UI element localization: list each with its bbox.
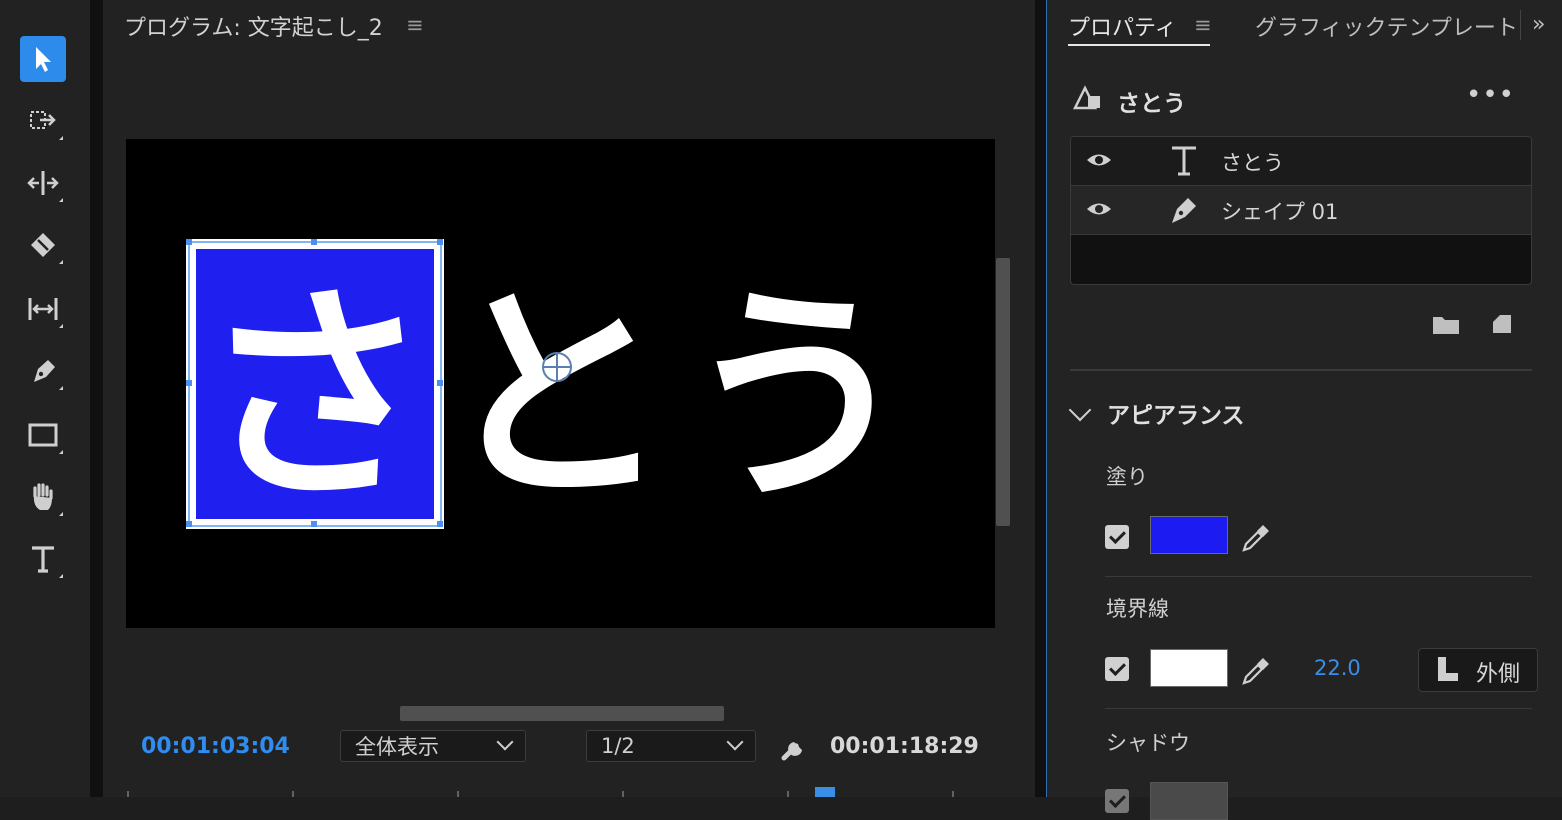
handle-tl[interactable] xyxy=(186,239,192,245)
chevron-down-icon xyxy=(496,733,514,751)
tools-panel xyxy=(0,0,90,797)
resolution-dropdown-label: 1/2 xyxy=(601,734,635,758)
more-options-icon[interactable]: ••• xyxy=(1466,80,1515,110)
handle-bl[interactable] xyxy=(186,521,192,527)
video-canvas: さ と う xyxy=(186,239,913,532)
stroke-position-label: 外側 xyxy=(1476,662,1521,687)
panel-divider xyxy=(1035,0,1046,797)
shadow-color-swatch[interactable] xyxy=(1150,782,1228,820)
hand-icon xyxy=(33,483,53,510)
monitor-vertical-scrollbar[interactable] xyxy=(996,258,1010,526)
fill-checkbox[interactable] xyxy=(1105,525,1129,549)
more-tabs-icon[interactable]: » xyxy=(1532,12,1545,37)
video-char-1: さ xyxy=(200,265,430,532)
stroke-color-swatch[interactable] xyxy=(1150,649,1228,687)
stroke-checkbox[interactable] xyxy=(1105,657,1129,681)
selection-arrow-icon xyxy=(36,47,51,72)
layer-label: シェイプ 01 xyxy=(1221,200,1339,224)
video-char-3: う xyxy=(683,265,913,532)
monitor-title[interactable]: プログラム: 文字起こし_2 xyxy=(124,10,383,42)
stroke-width-value[interactable]: 22.0 xyxy=(1314,656,1361,680)
ripple-edit-icon xyxy=(27,171,59,195)
eyedropper-icon[interactable] xyxy=(1240,655,1272,687)
fill-color-swatch[interactable] xyxy=(1150,516,1228,554)
track-select-icon xyxy=(30,111,56,129)
tab-divider xyxy=(1520,10,1521,40)
handle-mr[interactable] xyxy=(437,380,443,386)
layer-label: さとう xyxy=(1221,151,1284,175)
slip-icon xyxy=(28,298,58,320)
handle-tr[interactable] xyxy=(437,239,443,245)
rectangle-tool[interactable] xyxy=(20,412,66,458)
selected-layer-name: さとう xyxy=(1117,91,1186,117)
slip-tool[interactable] xyxy=(20,286,66,332)
handle-ml[interactable] xyxy=(186,380,192,386)
pen-icon xyxy=(34,360,55,382)
layers-list: さとう シェイプ 01 xyxy=(1070,136,1532,285)
type-icon xyxy=(32,546,54,573)
handle-tm[interactable] xyxy=(311,239,317,245)
playhead[interactable] xyxy=(815,787,835,797)
handle-br[interactable] xyxy=(437,521,443,527)
monitor-menu-icon[interactable]: ≡ xyxy=(406,13,424,37)
tab-graphics-templates[interactable]: グラフィックテンプレート xyxy=(1255,10,1515,42)
hand-tool[interactable] xyxy=(20,474,66,520)
stroke-label: 境界線 xyxy=(1106,597,1169,621)
stroke-outside-icon xyxy=(1438,657,1458,681)
section-divider xyxy=(1070,369,1532,371)
new-layer-icon[interactable] xyxy=(1490,312,1514,336)
type-tool[interactable] xyxy=(20,536,66,582)
chevron-down-icon xyxy=(726,733,744,751)
rectangle-icon xyxy=(28,423,58,447)
zoom-dropdown[interactable]: 全体表示 xyxy=(340,730,526,762)
handle-bm[interactable] xyxy=(311,521,317,527)
layer-row-text[interactable]: さとう xyxy=(1071,137,1531,186)
track-select-tool[interactable] xyxy=(20,98,66,144)
monitor-horizontal-scrollbar[interactable] xyxy=(400,706,724,721)
appearance-section-title[interactable]: アピアランス xyxy=(1107,396,1245,430)
eye-icon[interactable] xyxy=(1085,198,1113,220)
anchor-point-icon[interactable] xyxy=(542,352,572,382)
razor-icon xyxy=(31,233,55,257)
section-divider xyxy=(1105,576,1532,577)
folder-icon[interactable] xyxy=(1432,313,1460,335)
duration-timecode: 00:01:18:29 xyxy=(830,734,979,759)
layer-row-shape[interactable]: シェイプ 01 xyxy=(1071,186,1531,235)
eyedropper-icon[interactable] xyxy=(1240,522,1272,554)
video-frame[interactable]: さ と う xyxy=(126,139,995,628)
wrench-icon[interactable] xyxy=(778,732,810,764)
text-layer-icon xyxy=(1172,146,1196,176)
selection-tool[interactable] xyxy=(20,36,66,82)
pen-tool[interactable] xyxy=(20,348,66,394)
tab-menu-icon[interactable]: ≡ xyxy=(1194,13,1212,37)
timeline-ruler[interactable] xyxy=(103,785,1035,797)
panel-divider xyxy=(90,0,103,797)
zoom-dropdown-label: 全体表示 xyxy=(355,735,439,759)
video-char-2: と xyxy=(441,265,671,532)
active-tab-indicator xyxy=(1068,44,1210,46)
section-divider xyxy=(1105,708,1532,709)
ripple-edit-tool[interactable] xyxy=(20,160,66,206)
fill-label: 塗り xyxy=(1106,465,1148,489)
shape-layer-icon xyxy=(1072,85,1100,110)
resolution-dropdown[interactable]: 1/2 xyxy=(586,730,756,762)
shadow-label: シャドウ xyxy=(1106,731,1190,755)
pen-layer-icon xyxy=(1172,198,1196,223)
eye-icon[interactable] xyxy=(1085,149,1113,171)
shadow-checkbox[interactable] xyxy=(1105,789,1129,813)
tab-properties[interactable]: プロパティ xyxy=(1068,10,1177,42)
razor-tool[interactable] xyxy=(20,222,66,268)
current-timecode[interactable]: 00:01:03:04 xyxy=(141,734,290,759)
